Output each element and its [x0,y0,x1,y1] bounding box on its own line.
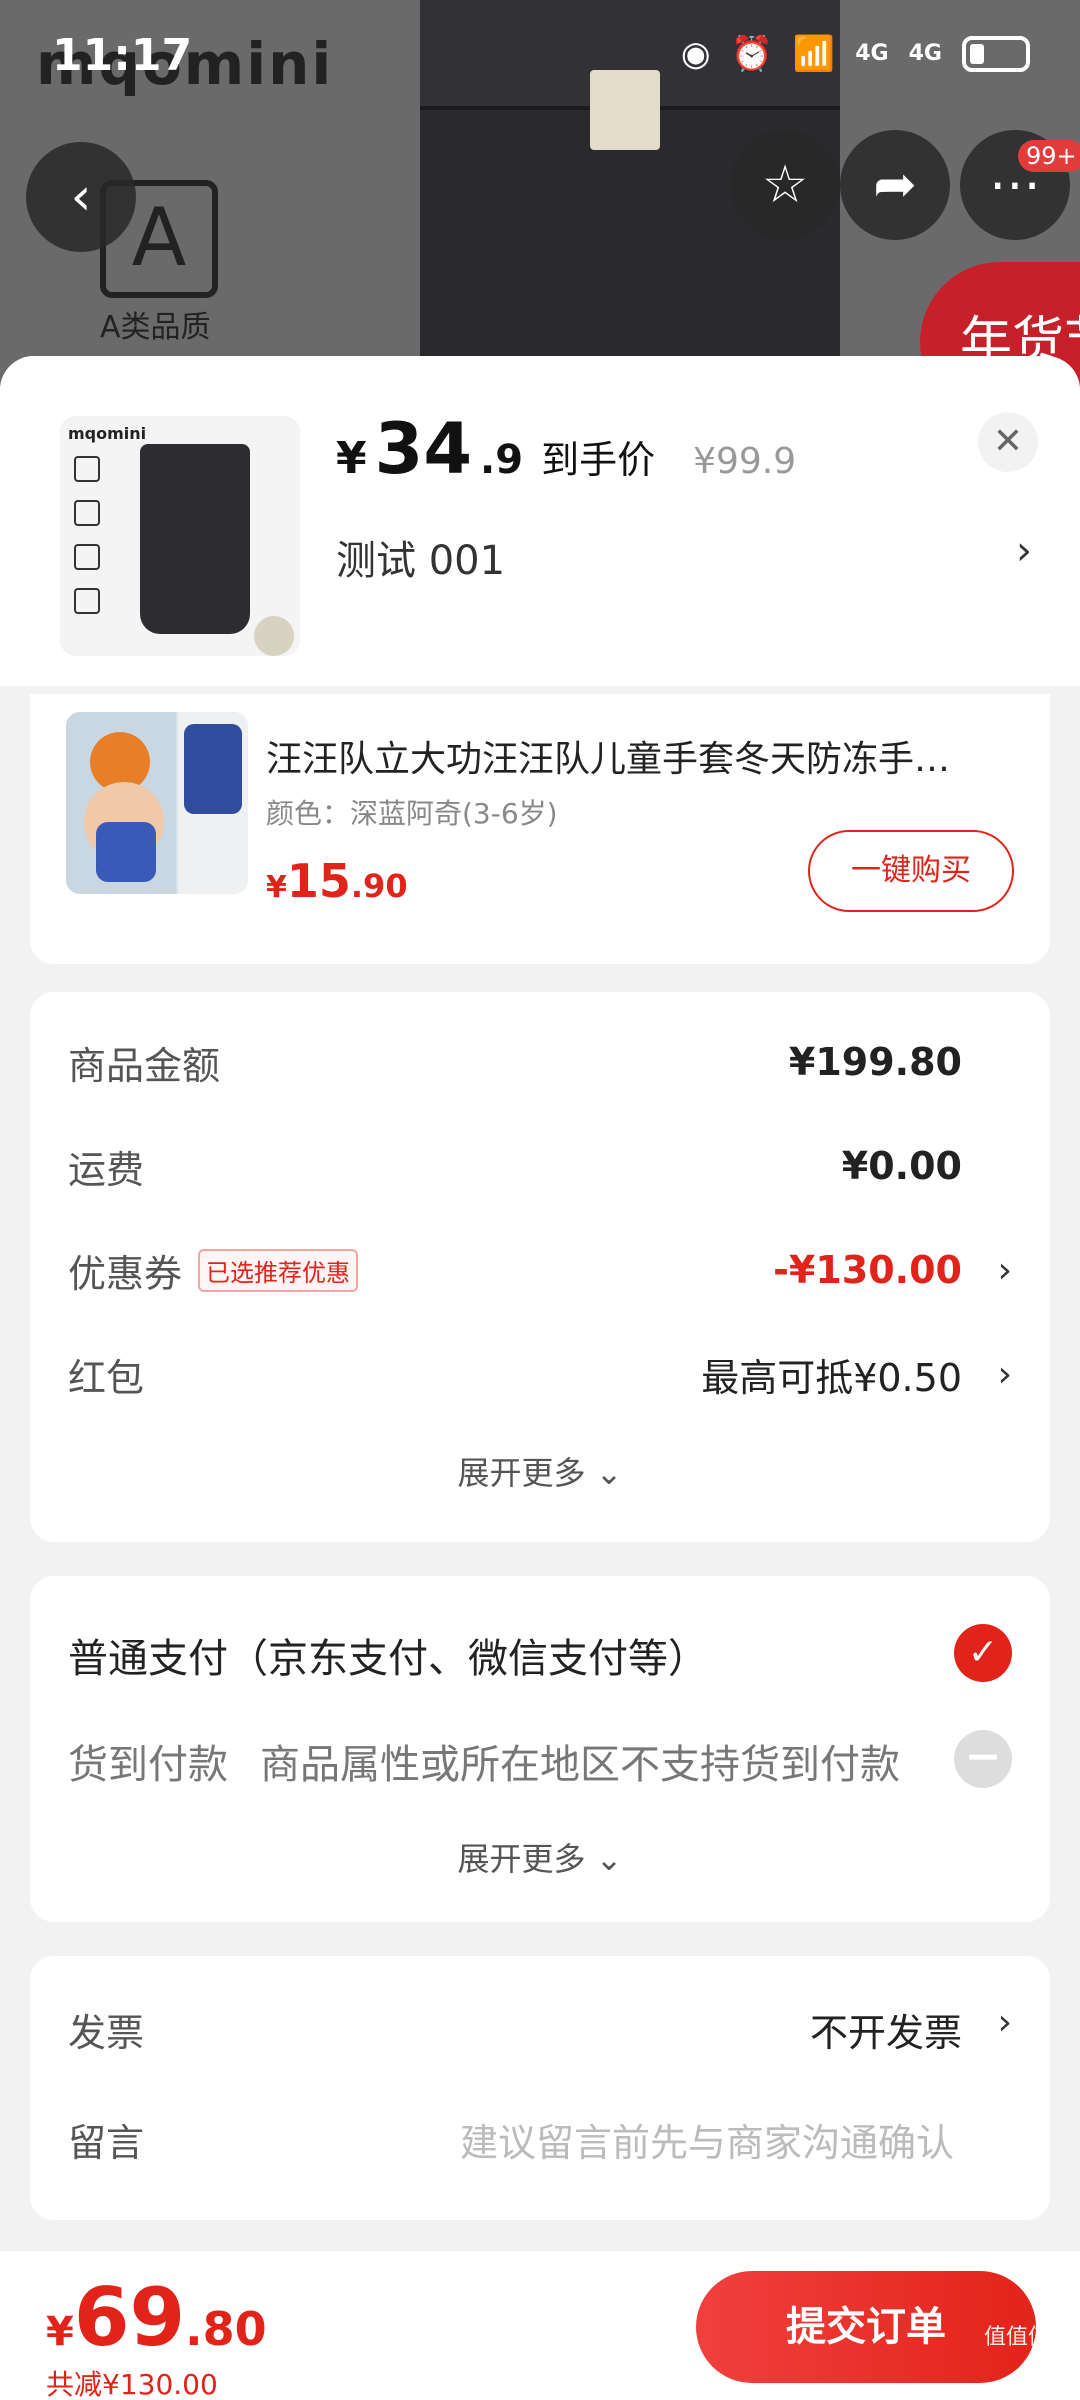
thumb-fabric-swatch [254,616,294,656]
coupon-row[interactable]: 优惠券 已选推荐优惠 -¥130.00 › [68,1240,1012,1300]
glove-image [96,822,156,882]
chevron-right-icon[interactable]: › [998,2002,1012,2043]
recommended-item-spec: 颜色：深蓝阿奇(3-6岁) [266,797,558,830]
status-icons: ◉ ⏰ 📶 4G 4G [681,34,1030,74]
eye-icon: ◉ [680,34,711,74]
shipping-row: 运费 ¥0.00 › [68,1136,1012,1196]
back-button[interactable]: ‹ [26,142,136,252]
shipping-label: 运费 [68,1147,145,1192]
price-currency: ¥ [336,433,367,484]
original-price: ¥99.9 [693,441,797,482]
invoice-value[interactable]: 不开发票 [810,2002,962,2057]
thumb-feature-icon [74,544,100,570]
chevron-right-icon[interactable]: › [1016,528,1032,574]
bottom-bar: ¥69.80 共减¥130.00 提交订单 值值值 [0,2250,1080,2400]
more-badge: 99+ [1018,140,1080,172]
thumb-brand: mqomini [68,424,147,443]
glove-pair [184,724,242,814]
total-decimal: .80 [185,2302,267,2356]
coupon-tag: 已选推荐优惠 [198,1248,359,1292]
total-integer: 69 [73,2271,186,2364]
sheet-header: mqomini ¥ 34 .9 到手价 ¥99.9 ✕ 测试 001 › [0,356,1080,686]
close-icon: ✕ [992,421,1024,462]
thumb-feature-icon [74,500,100,526]
favorite-button[interactable]: ☆ [730,130,840,240]
rec-price-integer: 15 [286,854,351,908]
share-button[interactable]: ➦ [840,130,950,240]
red-packet-value: 最高可抵¥0.50 [701,1355,962,1400]
disabled-icon: − [954,1730,1012,1788]
price-tag: 到手价 [541,438,656,482]
payment-methods: 普通支付（京东支付、微信支付等） ✓ 货到付款 商品属性或所在地区不支持货到付款… [30,1576,1050,1922]
product-price: ¥ 34 .9 到手价 ¥99.9 [336,408,796,490]
note-label: 留言 [68,2121,145,2165]
recommended-item-image[interactable] [66,712,248,894]
goods-amount-label: 商品金额 [68,1043,221,1088]
red-packet-row[interactable]: 红包 最高可抵¥0.50 › [68,1344,1012,1404]
chevron-left-icon: ‹ [70,167,92,227]
cod-label: 货到付款 [68,1742,228,1788]
rec-price-currency: ¥ [266,870,287,905]
recommended-item-title[interactable]: 汪汪队立大功汪汪队儿童手套冬天防冻手… [266,730,1006,782]
close-button[interactable]: ✕ [978,412,1038,472]
coupon-value: -¥130.00 [773,1248,962,1292]
thumb-feature-icon [74,588,100,614]
one-click-buy-button[interactable]: 一键购买 [808,830,1014,912]
recommended-item: 汪汪队立大功汪汪队儿童手套冬天防冻手… 颜色：深蓝阿奇(3-6岁) ¥15.90… [30,694,1050,964]
invoice-note-card: 发票 不开发票 › 留言 建议留言前先与商家沟通确认 [30,1956,1050,2220]
alarm-icon: ⏰ [730,34,773,74]
star-icon: ☆ [761,155,809,215]
invoice-label: 发票 [68,2011,145,2055]
total-discount: 共减¥130.00 [46,2368,218,2400]
shipping-value: ¥0.00 [841,1144,962,1188]
product-thumbnail[interactable]: mqomini [60,416,300,656]
expand-more-button[interactable]: 展开更多 ⌄ [30,1448,1050,1494]
goods-amount-row: 商品金额 ¥199.80 › [68,1032,1012,1092]
thumb-feature-icon [74,456,100,482]
price-decimal: .9 [480,437,524,483]
share-icon: ➦ [873,155,917,215]
watermark: 值值值 [983,2325,1050,2350]
goods-amount-value: ¥199.80 [788,1040,962,1084]
normal-payment-option[interactable]: 普通支付（京东支付、微信支付等） [68,1626,708,1684]
thumb-pants [140,444,250,634]
battery-icon [962,36,1030,72]
wifi-icon: 📶 [792,34,836,74]
grade-text: A类品质 [100,310,211,345]
recommended-item-price: ¥15.90 [266,854,408,908]
cod-description: 商品属性或所在地区不支持货到付款 [260,1742,900,1788]
checkmark-icon[interactable]: ✓ [954,1624,1012,1682]
chevron-right-icon: › [997,1353,1012,1395]
red-packet-label: 红包 [68,1355,145,1400]
price-integer: 34 [374,408,473,490]
signal-4g-icon-2: 4G [908,41,942,66]
signal-4g-icon: 4G [855,41,889,66]
chevron-right-icon: › [997,1249,1012,1291]
note-input[interactable]: 建议留言前先与商家沟通确认 [460,2112,954,2167]
price-summary: 商品金额 ¥199.80 › 运费 ¥0.00 › 优惠券 已选推荐优惠 -¥1… [30,992,1050,1542]
expand-more-button[interactable]: 展开更多 ⌄ [30,1834,1050,1880]
order-sheet: mqomini ¥ 34 .9 到手价 ¥99.9 ✕ 测试 001 › 汪汪队… [0,356,1080,2400]
variant-selector[interactable]: 测试 001 [336,528,505,586]
status-time: 11:17 [52,30,193,81]
status-bar: 11:17 ◉ ⏰ 📶 4G 4G [0,0,1080,110]
total-price: ¥69.80 [46,2271,267,2364]
coupon-label: 优惠券 [68,1251,183,1296]
rec-price-decimal: .90 [350,867,408,905]
total-currency: ¥ [46,2309,74,2355]
